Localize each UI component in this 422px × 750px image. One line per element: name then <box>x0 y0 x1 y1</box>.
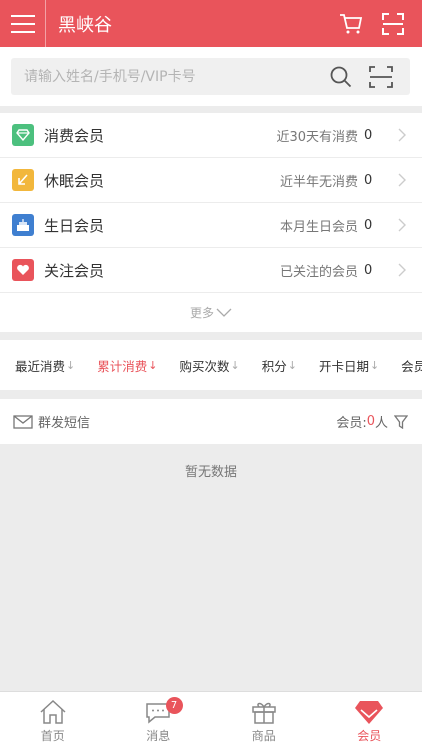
member-row-birthday[interactable]: 生日会员 本月生日会员 0 <box>0 203 422 248</box>
member-count: 0 <box>364 127 373 143</box>
tab-label: 会员 <box>357 729 382 743</box>
search-icon <box>330 66 352 87</box>
member-total-label: 会员: <box>336 416 367 431</box>
menu-button[interactable] <box>0 0 46 47</box>
chevron-right-icon <box>392 128 412 142</box>
diamond-icon <box>12 124 34 146</box>
filter-icon <box>394 414 408 429</box>
chevron-right-icon <box>392 263 412 277</box>
cart-button[interactable] <box>332 0 370 47</box>
cart-icon <box>340 13 363 33</box>
member-count: 0 <box>364 262 373 278</box>
sort-points[interactable]: 积分 ↓ <box>262 356 297 375</box>
more-button[interactable]: 更多 <box>0 293 422 332</box>
sort-label: 会员钱 <box>401 358 422 374</box>
member-desc: 近30天有消费 <box>276 129 358 145</box>
member-list-empty: 暂无数据 <box>0 444 422 691</box>
envelope-icon <box>13 414 33 429</box>
member-total-unit: 人 <box>374 416 388 431</box>
cake-icon <box>12 214 34 236</box>
member-desc: 近半年无消费 <box>279 174 358 190</box>
search-section <box>0 47 422 106</box>
sort-label: 累计消费 <box>97 358 148 374</box>
scan-icon <box>369 65 393 88</box>
member-name: 生日会员 <box>44 216 105 235</box>
member-count: 0 <box>364 172 373 188</box>
sort-label: 积分 <box>261 358 287 374</box>
scan-icon <box>382 12 404 35</box>
search-bar <box>11 58 410 95</box>
chevron-right-icon <box>392 218 412 232</box>
chevron-down-icon <box>216 308 232 317</box>
message-badge: 7 <box>165 697 183 714</box>
tab-members[interactable]: 会员 <box>317 692 422 750</box>
member-desc: 本月生日会员 <box>279 219 358 235</box>
sleep-arrow-icon <box>12 169 34 191</box>
tab-label: 首页 <box>40 729 65 743</box>
chevron-right-icon <box>392 173 412 187</box>
search-input[interactable] <box>11 58 326 95</box>
member-row-consume[interactable]: 消费会员 近30天有消费 0 <box>0 113 422 158</box>
bottom-tab-bar: 首页 7 消息 商品 会员 <box>0 691 422 750</box>
heart-icon <box>12 259 34 281</box>
search-button[interactable] <box>326 58 356 95</box>
sort-total-consume[interactable]: 累计消费 ↓ <box>97 356 157 375</box>
sort-arrow-icon: ↓ <box>66 358 76 372</box>
member-row-followed[interactable]: 关注会员 已关注的会员 0 <box>0 248 422 293</box>
member-total-count: 0 <box>366 414 375 429</box>
filter-button[interactable] <box>394 414 408 429</box>
sort-label: 开卡日期 <box>318 358 369 374</box>
sort-arrow-icon: ↓ <box>230 358 240 372</box>
sort-card-date[interactable]: 开卡日期 ↓ <box>319 356 379 375</box>
sort-arrow-icon: ↓ <box>369 358 380 372</box>
member-row-dormant[interactable]: 休眠会员 近半年无消费 0 <box>0 158 422 203</box>
member-desc: 已关注的会员 <box>279 264 358 280</box>
hamburger-icon <box>10 14 35 33</box>
member-name: 休眠会员 <box>44 171 105 190</box>
sort-recent-consume[interactable]: 最近消费 ↓ <box>15 356 75 375</box>
gift-icon <box>252 702 276 724</box>
sort-label: 最近消费 <box>15 358 66 374</box>
member-count: 0 <box>364 217 373 233</box>
sort-arrow-icon: ↓ <box>148 358 158 372</box>
sort-label: 购买次数 <box>179 358 230 374</box>
sort-arrow-icon: ↓ <box>287 358 297 372</box>
tab-products[interactable]: 商品 <box>211 692 317 750</box>
vip-diamond-icon <box>355 701 384 724</box>
bulk-sms-label: 群发短信 <box>38 416 91 431</box>
tab-messages[interactable]: 7 消息 <box>106 692 212 750</box>
tab-home[interactable]: 首页 <box>0 692 106 750</box>
sort-member-wallet[interactable]: 会员钱 <box>401 356 422 375</box>
more-label: 更多 <box>189 306 214 320</box>
tab-label: 商品 <box>251 729 276 743</box>
member-category-list: 消费会员 近30天有消费 0 休眠会员 近半年无消费 0 生日会员 本月生日会员… <box>0 113 422 332</box>
scan-button[interactable] <box>374 0 412 47</box>
member-total: 会员: 0 人 <box>336 412 408 431</box>
store-title: 黑峡谷 <box>58 14 112 36</box>
action-bar: 群发短信 会员: 0 人 <box>0 399 422 444</box>
tab-label: 消息 <box>146 729 171 743</box>
member-name: 关注会员 <box>44 261 105 280</box>
top-app-bar: 黑峡谷 <box>0 0 422 47</box>
sort-purchase-count[interactable]: 购买次数 ↓ <box>179 356 239 375</box>
sort-bar: 最近消费↓ 累计消费↓ 购买次数↓ 积分↓ 开卡日期↓ 会员钱 <box>0 340 422 390</box>
home-icon <box>40 699 66 724</box>
empty-text: 暂无数据 <box>184 465 237 480</box>
search-scan-button[interactable] <box>366 58 396 95</box>
bulk-sms-button[interactable]: 群发短信 <box>13 412 336 431</box>
member-name: 消费会员 <box>44 126 105 145</box>
